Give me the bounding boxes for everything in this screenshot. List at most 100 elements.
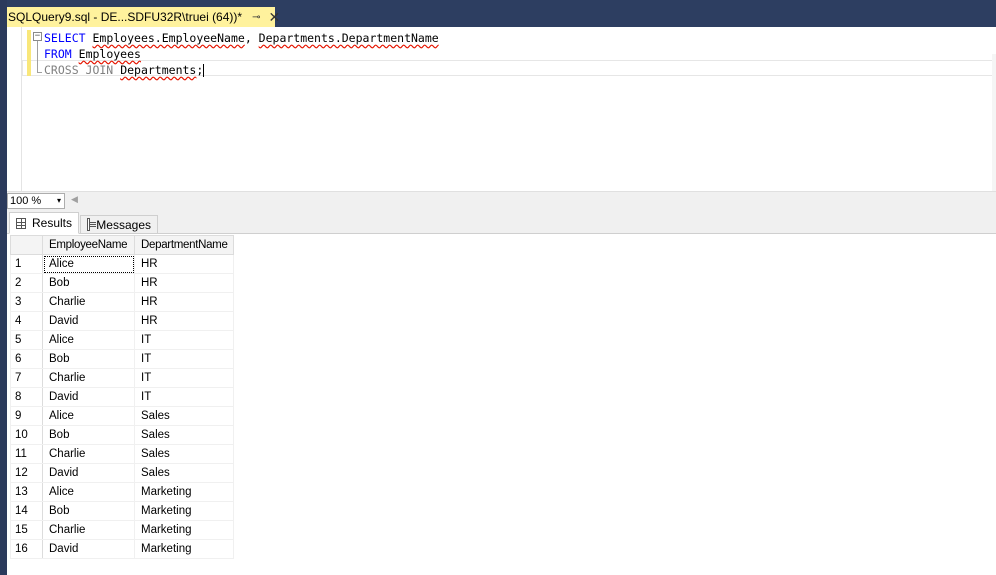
cell-employee-name[interactable]: Bob bbox=[42, 425, 135, 445]
grid-body: 1 Alice HR 2 Bob HR 3 Charlie HR 4 David HR 5 Alice IT… bbox=[10, 254, 234, 559]
tab-messages[interactable]: Messages bbox=[80, 215, 158, 234]
cell-department-name[interactable]: Marketing bbox=[134, 482, 234, 502]
cell-department-name[interactable]: IT bbox=[134, 387, 234, 407]
cell-employee-name[interactable]: Bob bbox=[42, 273, 135, 293]
document-tab[interactable]: SQLQuery9.sql - DE...SDFU32R\truei (64))… bbox=[3, 7, 280, 27]
cell-department-name[interactable]: HR bbox=[134, 254, 234, 274]
table-row[interactable]: 1 Alice HR bbox=[10, 254, 234, 274]
table-row[interactable]: 11 Charlie Sales bbox=[10, 444, 234, 464]
cell-employee-name[interactable]: Charlie bbox=[42, 444, 135, 464]
table-row[interactable]: 5 Alice IT bbox=[10, 330, 234, 350]
window-frame-left bbox=[0, 0, 7, 575]
cell-department-name[interactable]: Sales bbox=[134, 406, 234, 426]
cell-employee-name[interactable]: Bob bbox=[42, 349, 135, 369]
row-number[interactable]: 10 bbox=[10, 425, 43, 445]
outline-end bbox=[37, 72, 42, 73]
row-number[interactable]: 7 bbox=[10, 368, 43, 388]
cell-department-name[interactable]: Marketing bbox=[134, 539, 234, 559]
zoom-dropdown[interactable]: 100 % ▾ bbox=[7, 193, 65, 209]
cell-employee-name[interactable]: David bbox=[42, 311, 135, 331]
table-row[interactable]: 8 David IT bbox=[10, 387, 234, 407]
outline-line bbox=[37, 41, 38, 73]
query-editor[interactable]: − SELECT Employees.EmployeeName, Departm… bbox=[7, 27, 996, 218]
cell-employee-name[interactable]: David bbox=[42, 539, 135, 559]
keyword-cross-join: CROSS JOIN bbox=[44, 63, 114, 77]
chevron-down-icon[interactable]: ▾ bbox=[57, 194, 61, 208]
cell-department-name[interactable]: Sales bbox=[134, 444, 234, 464]
row-number[interactable]: 3 bbox=[10, 292, 43, 312]
cell-department-name[interactable]: IT bbox=[134, 349, 234, 369]
text-caret bbox=[203, 64, 205, 77]
row-number[interactable]: 16 bbox=[10, 539, 43, 559]
document-tab-bar: SQLQuery9.sql - DE...SDFU32R\truei (64))… bbox=[0, 0, 996, 27]
cell-employee-name[interactable]: Charlie bbox=[42, 368, 135, 388]
table-employees: Employees bbox=[78, 47, 141, 61]
table-row[interactable]: 7 Charlie IT bbox=[10, 368, 234, 388]
keyword-from: FROM bbox=[44, 47, 72, 61]
table-row[interactable]: 6 Bob IT bbox=[10, 349, 234, 369]
comma-separator: , bbox=[244, 31, 259, 45]
cell-department-name[interactable]: Sales bbox=[134, 425, 234, 445]
table-row[interactable]: 15 Charlie Marketing bbox=[10, 520, 234, 540]
row-number[interactable]: 13 bbox=[10, 482, 43, 502]
cell-employee-name[interactable]: Alice bbox=[42, 254, 135, 274]
row-number[interactable]: 14 bbox=[10, 501, 43, 521]
cell-department-name[interactable]: IT bbox=[134, 330, 234, 350]
cell-employee-name[interactable]: Bob bbox=[42, 501, 135, 521]
grid-header-row: EmployeeName DepartmentName bbox=[10, 235, 234, 255]
cell-department-name[interactable]: HR bbox=[134, 311, 234, 331]
cell-department-name[interactable]: Marketing bbox=[134, 501, 234, 521]
results-tab-strip: Results Messages bbox=[7, 209, 996, 234]
table-row[interactable]: 9 Alice Sales bbox=[10, 406, 234, 426]
table-departments: Departments bbox=[120, 63, 197, 77]
row-number[interactable]: 1 bbox=[10, 254, 43, 274]
row-number[interactable]: 6 bbox=[10, 349, 43, 369]
tab-messages-label: Messages bbox=[96, 217, 151, 232]
table-row[interactable]: 16 David Marketing bbox=[10, 539, 234, 559]
results-grid[interactable]: EmployeeName DepartmentName 1 Alice HR 2 Bob… bbox=[10, 235, 234, 559]
cell-department-name[interactable]: IT bbox=[134, 368, 234, 388]
scroll-left-icon[interactable]: ◀ bbox=[71, 194, 78, 205]
cell-department-name[interactable]: Sales bbox=[134, 463, 234, 483]
column-header-employeename[interactable]: EmployeeName bbox=[42, 235, 135, 255]
cell-employee-name[interactable]: Charlie bbox=[42, 292, 135, 312]
table-row[interactable]: 2 Bob HR bbox=[10, 273, 234, 293]
tab-results[interactable]: Results bbox=[9, 212, 79, 234]
table-row[interactable]: 3 Charlie HR bbox=[10, 292, 234, 312]
row-number[interactable]: 5 bbox=[10, 330, 43, 350]
row-number[interactable]: 2 bbox=[10, 273, 43, 293]
change-tracking-bar bbox=[27, 30, 31, 76]
sql-code[interactable]: SELECT Employees.EmployeeName, Departmen… bbox=[44, 30, 439, 78]
row-number[interactable]: 9 bbox=[10, 406, 43, 426]
collapse-toggle-icon[interactable]: − bbox=[33, 32, 42, 41]
row-number[interactable]: 12 bbox=[10, 463, 43, 483]
table-row[interactable]: 12 David Sales bbox=[10, 463, 234, 483]
table-row[interactable]: 14 Bob Marketing bbox=[10, 501, 234, 521]
zoom-bar: 100 % ▾ ◀ bbox=[7, 191, 996, 209]
row-number[interactable]: 15 bbox=[10, 520, 43, 540]
code-line-1: SELECT Employees.EmployeeName, Departmen… bbox=[44, 30, 439, 46]
cell-employee-name[interactable]: David bbox=[42, 387, 135, 407]
table-row[interactable]: 4 David HR bbox=[10, 311, 234, 331]
close-icon[interactable]: ✕ bbox=[268, 10, 280, 24]
column-header-departmentname[interactable]: DepartmentName bbox=[134, 235, 234, 255]
pin-icon[interactable]: ⊸ bbox=[252, 12, 260, 23]
zoom-value: 100 % bbox=[10, 195, 42, 207]
cell-employee-name[interactable]: Charlie bbox=[42, 520, 135, 540]
table-row[interactable]: 13 Alice Marketing bbox=[10, 482, 234, 502]
cell-employee-name[interactable]: Alice bbox=[42, 482, 135, 502]
cell-employee-name[interactable]: Alice bbox=[42, 330, 135, 350]
table-row[interactable]: 10 Bob Sales bbox=[10, 425, 234, 445]
cell-department-name[interactable]: HR bbox=[134, 273, 234, 293]
tab-results-label: Results bbox=[31, 216, 72, 230]
cell-department-name[interactable]: Marketing bbox=[134, 520, 234, 540]
cell-employee-name[interactable]: Alice bbox=[42, 406, 135, 426]
document-tab-title[interactable]: SQLQuery9.sql - DE...SDFU32R\truei (64))… bbox=[8, 10, 242, 24]
cell-employee-name[interactable]: David bbox=[42, 463, 135, 483]
grid-corner[interactable] bbox=[10, 235, 43, 255]
row-number[interactable]: 11 bbox=[10, 444, 43, 464]
row-number[interactable]: 8 bbox=[10, 387, 43, 407]
row-number[interactable]: 4 bbox=[10, 311, 43, 331]
cell-department-name[interactable]: HR bbox=[134, 292, 234, 312]
code-line-2: FROM Employees bbox=[44, 46, 439, 62]
